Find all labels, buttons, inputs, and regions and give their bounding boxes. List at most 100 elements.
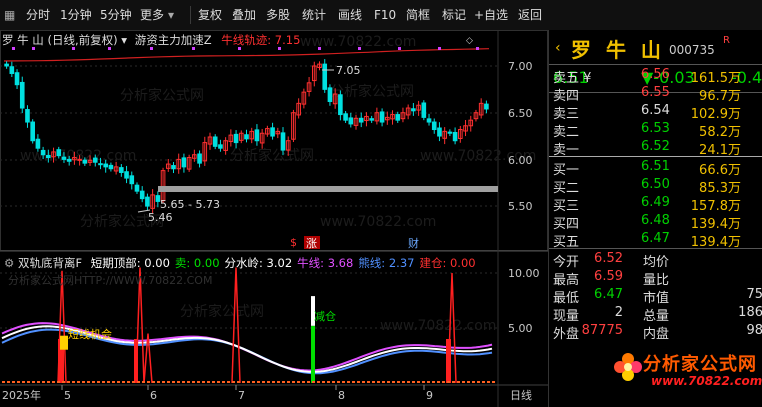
- toolbar: ▦ 分时 1分钟 5分钟 更多 ▾ 复权 叠加 多股 统计 画线 F10 简框 …: [0, 0, 762, 31]
- chart-mode-arrow[interactable]: ▾: [121, 33, 127, 47]
- quote-stock-code: 000735: [669, 43, 715, 57]
- trail-value: 7.15: [274, 33, 301, 47]
- bid-row[interactable]: 买四 6.48 139.4万: [549, 213, 762, 232]
- candle-body: [19, 81, 25, 109]
- candle-body: [61, 156, 67, 160]
- ob-label: 买四: [553, 217, 580, 232]
- signal-dot: [318, 47, 321, 50]
- price-tick: 5.50: [508, 200, 533, 213]
- stat-value: 98: [746, 323, 762, 338]
- candle-body: [218, 144, 223, 149]
- tab-more[interactable]: 更多: [140, 6, 164, 24]
- draw-line-button[interactable]: 画线: [338, 6, 362, 24]
- chevron-down-icon[interactable]: ▾: [168, 6, 174, 24]
- stat-value: 186: [738, 305, 762, 320]
- candle-body: [66, 158, 72, 162]
- candle-body: [369, 118, 374, 121]
- ask-row[interactable]: 卖五 ¥ 6.56 161.5万: [549, 67, 762, 86]
- divider: [549, 248, 762, 249]
- multi-stock-button[interactable]: 多股: [266, 6, 290, 24]
- stat-label: 最低: [553, 291, 580, 306]
- ask-row[interactable]: 卖一 6.52 24.1万: [549, 139, 762, 158]
- candle-body: [30, 121, 35, 142]
- overlay-button[interactable]: 叠加: [232, 6, 256, 24]
- build-bar: [446, 339, 451, 383]
- ask-row[interactable]: 卖二 6.53 58.2万: [549, 121, 762, 140]
- candle-body: [452, 132, 458, 142]
- candle-body: [322, 63, 328, 90]
- logo-title: 分析家公式网: [643, 354, 757, 375]
- stat-label: 市值: [643, 291, 670, 306]
- tab-1min[interactable]: 1分钟: [60, 6, 92, 24]
- candle-body: [197, 153, 202, 164]
- date-label: 8: [338, 389, 345, 402]
- watermark-url: 分析家公式网HTTP://WWW.70822.COM: [8, 273, 212, 287]
- candle-body: [56, 149, 62, 157]
- simple-frame-button[interactable]: 简框: [406, 6, 430, 24]
- ask-row[interactable]: 卖三 6.54 102.9万: [549, 103, 762, 122]
- ob-price: 6.49: [641, 195, 670, 210]
- date-label: 5: [64, 389, 71, 402]
- prev-stock-icon[interactable]: ‹: [555, 40, 561, 56]
- divider: [549, 64, 762, 65]
- sub-value-item: 建仓: 0.00: [419, 256, 476, 270]
- watermark-text: www.70822.com: [380, 318, 496, 334]
- candle-body: [25, 109, 30, 123]
- stat-label: 总量: [643, 309, 670, 324]
- logo-url: www.70822.com: [651, 374, 762, 388]
- add-watchlist-button[interactable]: +自选: [474, 6, 508, 24]
- sub-tick: 10.00: [508, 267, 540, 280]
- build-bar: [134, 339, 138, 383]
- candle-body: [119, 167, 124, 173]
- date-label: 2025年: [2, 388, 41, 402]
- bid-row[interactable]: 买三 6.49 157.8万: [549, 195, 762, 214]
- tab-intraday[interactable]: 分时: [26, 6, 50, 24]
- candle-body: [4, 63, 9, 67]
- sub-indicator-name[interactable]: 双轨底背离F: [18, 256, 82, 270]
- candle-body: [9, 66, 15, 74]
- stat-value: 6.52: [594, 251, 623, 266]
- sub-axis: 10.00 5.00: [508, 267, 540, 335]
- candle-body: [348, 117, 354, 125]
- f10-button[interactable]: F10: [374, 6, 396, 24]
- candle-body: [134, 184, 140, 192]
- back-button[interactable]: 返回: [518, 6, 542, 24]
- grid-icon[interactable]: ▦: [4, 6, 18, 24]
- candle-body: [447, 131, 453, 134]
- candle-body: [338, 94, 343, 116]
- ob-label: 买二: [553, 181, 580, 196]
- settings-icon[interactable]: ⚙: [4, 256, 14, 270]
- price-tick: 6.00: [508, 154, 533, 167]
- ob-price: 6.47: [641, 231, 670, 246]
- indicator-name[interactable]: 游资主力加速Z: [135, 33, 212, 47]
- candle-body: [379, 111, 385, 123]
- price-axis: 7.00 6.50 6.00 5.50: [508, 60, 533, 213]
- candle-body: [358, 117, 364, 123]
- tab-5min[interactable]: 5分钟: [100, 6, 132, 24]
- ob-volume: 85.3万: [699, 181, 741, 196]
- period-label[interactable]: 日线: [510, 388, 532, 402]
- candle-body: [82, 159, 88, 164]
- signal-dot: [398, 47, 401, 50]
- kline-chart[interactable]: www.70822.com 分析家公式网 分析家公式网 www.70822.co…: [0, 30, 548, 407]
- stat-label: 最高: [553, 273, 580, 288]
- chart-area[interactable]: www.70822.com 分析家公式网 分析家公式网 www.70822.co…: [0, 30, 548, 407]
- stat-row: 今开 6.52 均价: [549, 251, 762, 270]
- bid-row[interactable]: 买五 6.47 139.4万: [549, 231, 762, 250]
- event-marker-dot: $: [290, 236, 297, 249]
- candle-body: [108, 164, 114, 170]
- bid-row[interactable]: 买二 6.50 85.3万: [549, 177, 762, 196]
- bid-row[interactable]: 买一 6.51 66.6万: [549, 159, 762, 178]
- candle-body: [431, 121, 437, 131]
- stats-button[interactable]: 统计: [302, 6, 326, 24]
- candle-body: [395, 114, 401, 121]
- adjust-button[interactable]: 复权: [198, 6, 222, 24]
- candle-body: [145, 196, 150, 207]
- sell-bar: [311, 325, 315, 383]
- ob-volume: 66.6万: [699, 163, 741, 178]
- sub-value-item: 卖: 0.00: [174, 256, 220, 270]
- mark-button[interactable]: 标记: [442, 6, 466, 24]
- main-info-line: 罗 牛 山 (日线,前复权) ▾ 游资主力加速Z 牛线轨迹: 7.15: [2, 32, 300, 48]
- ask-row[interactable]: 卖四 6.55 96.7万: [549, 85, 762, 104]
- price-tick: 7.00: [508, 60, 533, 73]
